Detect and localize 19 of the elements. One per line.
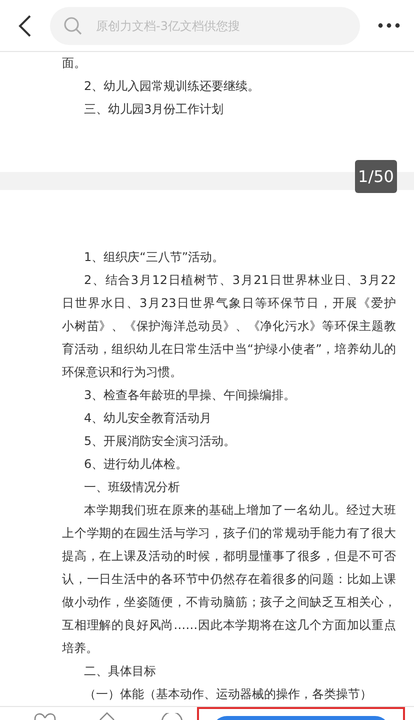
paragraph: 三、幼儿园3月份工作计划 <box>83 101 225 118</box>
paragraph: 一、班级情况分析 <box>83 479 181 496</box>
back-icon <box>18 14 32 38</box>
paragraph: 6、进行幼儿体检。 <box>83 456 189 473</box>
paragraph: 本学期我们班在原来的基础上增加了一名幼儿。经过大班 上个学期的在园生活与学习，孩子们的常规动手能力有了很大 提高，在上课及活动的时候，都明显懂事了很多，但是不可否 认，一日生活中的各环节中仍然存在着很多的问题：比如上课 做小动作，坐姿随便，不肯动脑筋；孩子之间缺乏互相关心， 互相理解的良好风尚……因此本学期将在这几个方面加以重点 培养。 <box>62 502 396 657</box>
paragraph: （一）体能（基本动作、运动器械的操作，各类操节） <box>83 686 373 703</box>
heart-icon[interactable] <box>34 712 56 720</box>
page-badge: 1/50 <box>355 160 397 193</box>
paragraph: 5、开展消防安全演习活动。 <box>83 433 237 450</box>
paragraph: 2、结合3月12日植树节、3月21日世界林业日、3月22 日世界水日、3月23日世界气象日等环保节日，开展《爱护 小树苗》、《保护海洋总动员》、《净化污水》等环保主题教 育活动，组织幼儿在日常生活中当“护绿小使者”，培养幼儿的 环保意识和行为习惯。 <box>62 272 396 381</box>
paragraph: 3、检查各年龄班的早操、午间操编排。 <box>83 387 297 404</box>
search-icon <box>63 16 83 36</box>
search-field[interactable]: 原创力文档-3亿文档供您搜 <box>50 6 360 44</box>
more-icon <box>378 23 400 28</box>
paragraph: 1、组织庆“三八节”活动。 <box>83 249 226 266</box>
paragraph: 4、幼儿安全教育活动月 <box>83 410 213 427</box>
paragraph: 面。 <box>62 55 87 72</box>
paragraph: 二、具体目标 <box>83 663 157 680</box>
paragraph: 2、幼儿入园常规训练还要继续。 <box>83 78 261 95</box>
